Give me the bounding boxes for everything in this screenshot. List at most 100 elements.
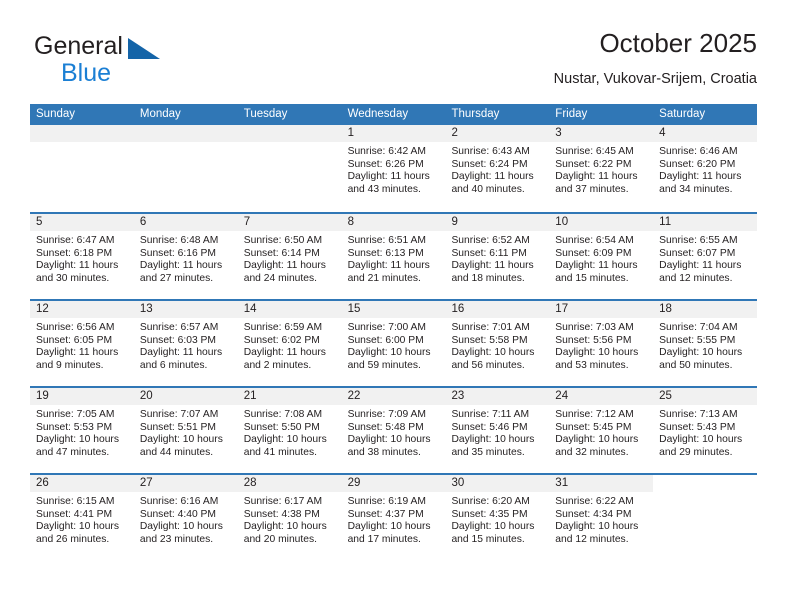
daylight-text-line2: and 56 minutes.: [451, 359, 525, 371]
sunset-text: Sunset: 4:34 PM: [555, 508, 632, 520]
day-details: Sunrise: 6:22 AM Sunset: 4:34 PM Daylight:…: [549, 492, 653, 546]
day-number: 18: [659, 303, 672, 315]
day-cell[interactable]: 11 Sunrise: 6:55 AM Sunset: 6:07 PM Dayligh…: [653, 214, 758, 299]
day-number: 3: [555, 127, 562, 139]
day-details: Sunrise: 6:48 AM Sunset: 6:16 PM Daylight:…: [134, 231, 238, 285]
day-cell[interactable]: 10 Sunrise: 6:54 AM Sunset: 6:09 PM Dayligh…: [549, 214, 654, 299]
day-cell[interactable]: 5 Sunrise: 6:47 AM Sunset: 6:18 PM Daylight…: [30, 214, 134, 299]
day-number-band: 9: [445, 214, 550, 231]
day-number: 5: [36, 216, 43, 228]
weekday-header-monday: Monday: [139, 108, 181, 120]
day-cell[interactable]: 17 Sunrise: 7:03 AM Sunset: 5:56 PM Dayligh…: [549, 301, 654, 386]
sunset-text: Sunset: 6:14 PM: [243, 247, 320, 259]
day-cell[interactable]: 3 Sunrise: 6:45 AM Sunset: 6:22 PM Daylight…: [549, 125, 654, 210]
day-cell[interactable]: 7 Sunrise: 6:50 AM Sunset: 6:14 PM Daylight…: [237, 214, 342, 299]
daylight-text-line1: Daylight: 11 hours: [36, 260, 119, 272]
day-details: Sunrise: 7:12 AM Sunset: 5:45 PM Daylight:…: [549, 405, 653, 459]
daylight-text-line1: Daylight: 11 hours: [36, 347, 119, 359]
daylight-text-line2: and 44 minutes.: [139, 446, 214, 458]
day-cell[interactable]: 22 Sunrise: 7:09 AM Sunset: 5:48 PM Dayligh…: [341, 388, 446, 473]
day-number-band: 16: [445, 301, 550, 318]
sunset-text: Sunset: 5:58 PM: [451, 334, 528, 346]
day-cell[interactable]: 20 Sunrise: 7:07 AM Sunset: 5:51 PM Dayligh…: [133, 388, 238, 473]
day-cell[interactable]: 9 Sunrise: 6:52 AM Sunset: 6:11 PM Daylight…: [445, 214, 550, 299]
day-cell[interactable]: 8 Sunrise: 6:51 AM Sunset: 6:13 PM Daylight…: [341, 214, 446, 299]
sunrise-text: Sunrise: 7:03 AM: [555, 322, 634, 333]
sunset-text: Sunset: 4:40 PM: [139, 508, 216, 520]
day-cell[interactable]: 16 Sunrise: 7:01 AM Sunset: 5:58 PM Dayligh…: [445, 301, 550, 386]
day-number-band: 8: [341, 214, 446, 231]
day-number-band: 10: [549, 214, 654, 231]
day-number: 4: [659, 127, 666, 139]
daylight-text-line1: Daylight: 10 hours: [555, 521, 639, 533]
day-cell[interactable]: 2 Sunrise: 6:43 AM Sunset: 6:24 PM Daylight…: [445, 125, 550, 210]
day-cell[interactable]: 21 Sunrise: 7:08 AM Sunset: 5:50 PM Dayligh…: [237, 388, 342, 473]
sunrise-text: Sunrise: 6:16 AM: [139, 496, 219, 507]
day-cell[interactable]: 30 Sunrise: 6:20 AM Sunset: 4:35 PM Dayligh…: [445, 475, 550, 560]
sunrise-text: Sunrise: 7:12 AM: [555, 409, 634, 420]
day-number-band: 6: [133, 214, 238, 231]
daylight-text-line2: and 2 minutes.: [243, 359, 312, 371]
daylight-text-line1: Daylight: 10 hours: [555, 347, 639, 359]
sunset-text: Sunset: 6:16 PM: [139, 247, 216, 259]
sunset-text: Sunset: 6:03 PM: [139, 334, 216, 346]
daylight-text-line1: Daylight: 11 hours: [451, 260, 534, 272]
day-number: 15: [347, 303, 361, 315]
day-cell[interactable]: 6 Sunrise: 6:48 AM Sunset: 6:16 PM Daylight…: [133, 214, 238, 299]
day-cell[interactable]: 18 Sunrise: 7:04 AM Sunset: 5:55 PM Dayligh…: [653, 301, 758, 386]
day-cell[interactable]: 28 Sunrise: 6:17 AM Sunset: 4:38 PM Dayligh…: [237, 475, 342, 560]
sunset-text: Sunset: 6:24 PM: [451, 158, 528, 170]
daylight-text-line1: Daylight: 10 hours: [347, 434, 431, 446]
day-number-band: 27: [133, 475, 238, 492]
daylight-text-line1: Daylight: 11 hours: [659, 171, 742, 183]
day-cell-empty: [30, 125, 134, 210]
day-cell[interactable]: 12 Sunrise: 6:56 AM Sunset: 6:05 PM Dayligh…: [30, 301, 134, 386]
daylight-text-line2: and 6 minutes.: [139, 359, 208, 371]
day-details: Sunrise: 6:42 AM Sunset: 6:26 PM Daylight:…: [342, 142, 446, 196]
daylight-text-line1: Daylight: 11 hours: [555, 260, 638, 272]
day-number-band: 29: [341, 475, 446, 492]
day-cell[interactable]: 23 Sunrise: 7:11 AM Sunset: 5:46 PM Dayligh…: [445, 388, 550, 473]
day-number: 10: [555, 216, 569, 228]
daylight-text-line2: and 21 minutes.: [347, 272, 421, 284]
sunset-text: Sunset: 6:18 PM: [36, 247, 113, 259]
day-cell[interactable]: 24 Sunrise: 7:12 AM Sunset: 5:45 PM Dayligh…: [549, 388, 654, 473]
sunrise-text: Sunrise: 6:22 AM: [555, 496, 634, 507]
day-cell[interactable]: 27 Sunrise: 6:16 AM Sunset: 4:40 PM Dayligh…: [133, 475, 238, 560]
day-number: 27: [139, 477, 153, 489]
day-number-band: 19: [30, 388, 134, 405]
sunset-text: Sunset: 6:07 PM: [659, 247, 736, 259]
sunset-text: Sunset: 5:46 PM: [451, 421, 528, 433]
day-cell[interactable]: 13 Sunrise: 6:57 AM Sunset: 6:03 PM Dayligh…: [133, 301, 238, 386]
day-number-band: 11: [653, 214, 758, 231]
sunrise-text: Sunrise: 7:01 AM: [451, 322, 530, 333]
daylight-text-line2: and 15 minutes.: [555, 272, 629, 284]
daylight-text-line2: and 20 minutes.: [243, 533, 317, 545]
daylight-text-line1: Daylight: 10 hours: [659, 347, 743, 359]
sunrise-text: Sunrise: 6:15 AM: [36, 496, 115, 507]
daylight-text-line2: and 18 minutes.: [451, 272, 525, 284]
day-cell[interactable]: 14 Sunrise: 6:59 AM Sunset: 6:02 PM Dayligh…: [237, 301, 342, 386]
day-cell[interactable]: 26 Sunrise: 6:15 AM Sunset: 4:41 PM Dayligh…: [30, 475, 134, 560]
general-blue-logo[interactable]: General Blue: [34, 34, 254, 90]
day-cell[interactable]: 31 Sunrise: 6:22 AM Sunset: 4:34 PM Dayligh…: [549, 475, 654, 560]
title-block: October 2025 Nustar, Vukovar-Srijem, Cro…: [554, 28, 757, 88]
sunrise-text: Sunrise: 6:19 AM: [347, 496, 426, 507]
day-cell[interactable]: 1 Sunrise: 6:42 AM Sunset: 6:26 PM Daylight…: [341, 125, 446, 210]
day-cell[interactable]: 25 Sunrise: 7:13 AM Sunset: 5:43 PM Dayligh…: [653, 388, 758, 473]
day-number-band: 4: [653, 125, 758, 142]
sunset-text: Sunset: 6:09 PM: [555, 247, 632, 259]
daylight-text-line1: Daylight: 11 hours: [347, 171, 430, 183]
sunrise-text: Sunrise: 6:56 AM: [36, 322, 115, 333]
sunset-text: Sunset: 6:11 PM: [451, 247, 527, 259]
day-cell[interactable]: 4 Sunrise: 6:46 AM Sunset: 6:20 PM Daylight…: [653, 125, 758, 210]
day-cell[interactable]: 19 Sunrise: 7:05 AM Sunset: 5:53 PM Dayligh…: [30, 388, 134, 473]
calendar-week-row: 26 Sunrise: 6:15 AM Sunset: 4:41 PM Dayligh…: [30, 473, 758, 560]
weekday-header-wednesday: Wednesday: [347, 108, 409, 120]
daylight-text-line1: Daylight: 10 hours: [243, 521, 327, 533]
day-number: 25: [659, 390, 672, 402]
daylight-text-line1: Daylight: 10 hours: [139, 434, 223, 446]
day-cell[interactable]: 29 Sunrise: 6:19 AM Sunset: 4:37 PM Dayligh…: [341, 475, 446, 560]
day-cell[interactable]: 15 Sunrise: 7:00 AM Sunset: 6:00 PM Dayligh…: [341, 301, 446, 386]
day-number-band: [133, 125, 238, 142]
